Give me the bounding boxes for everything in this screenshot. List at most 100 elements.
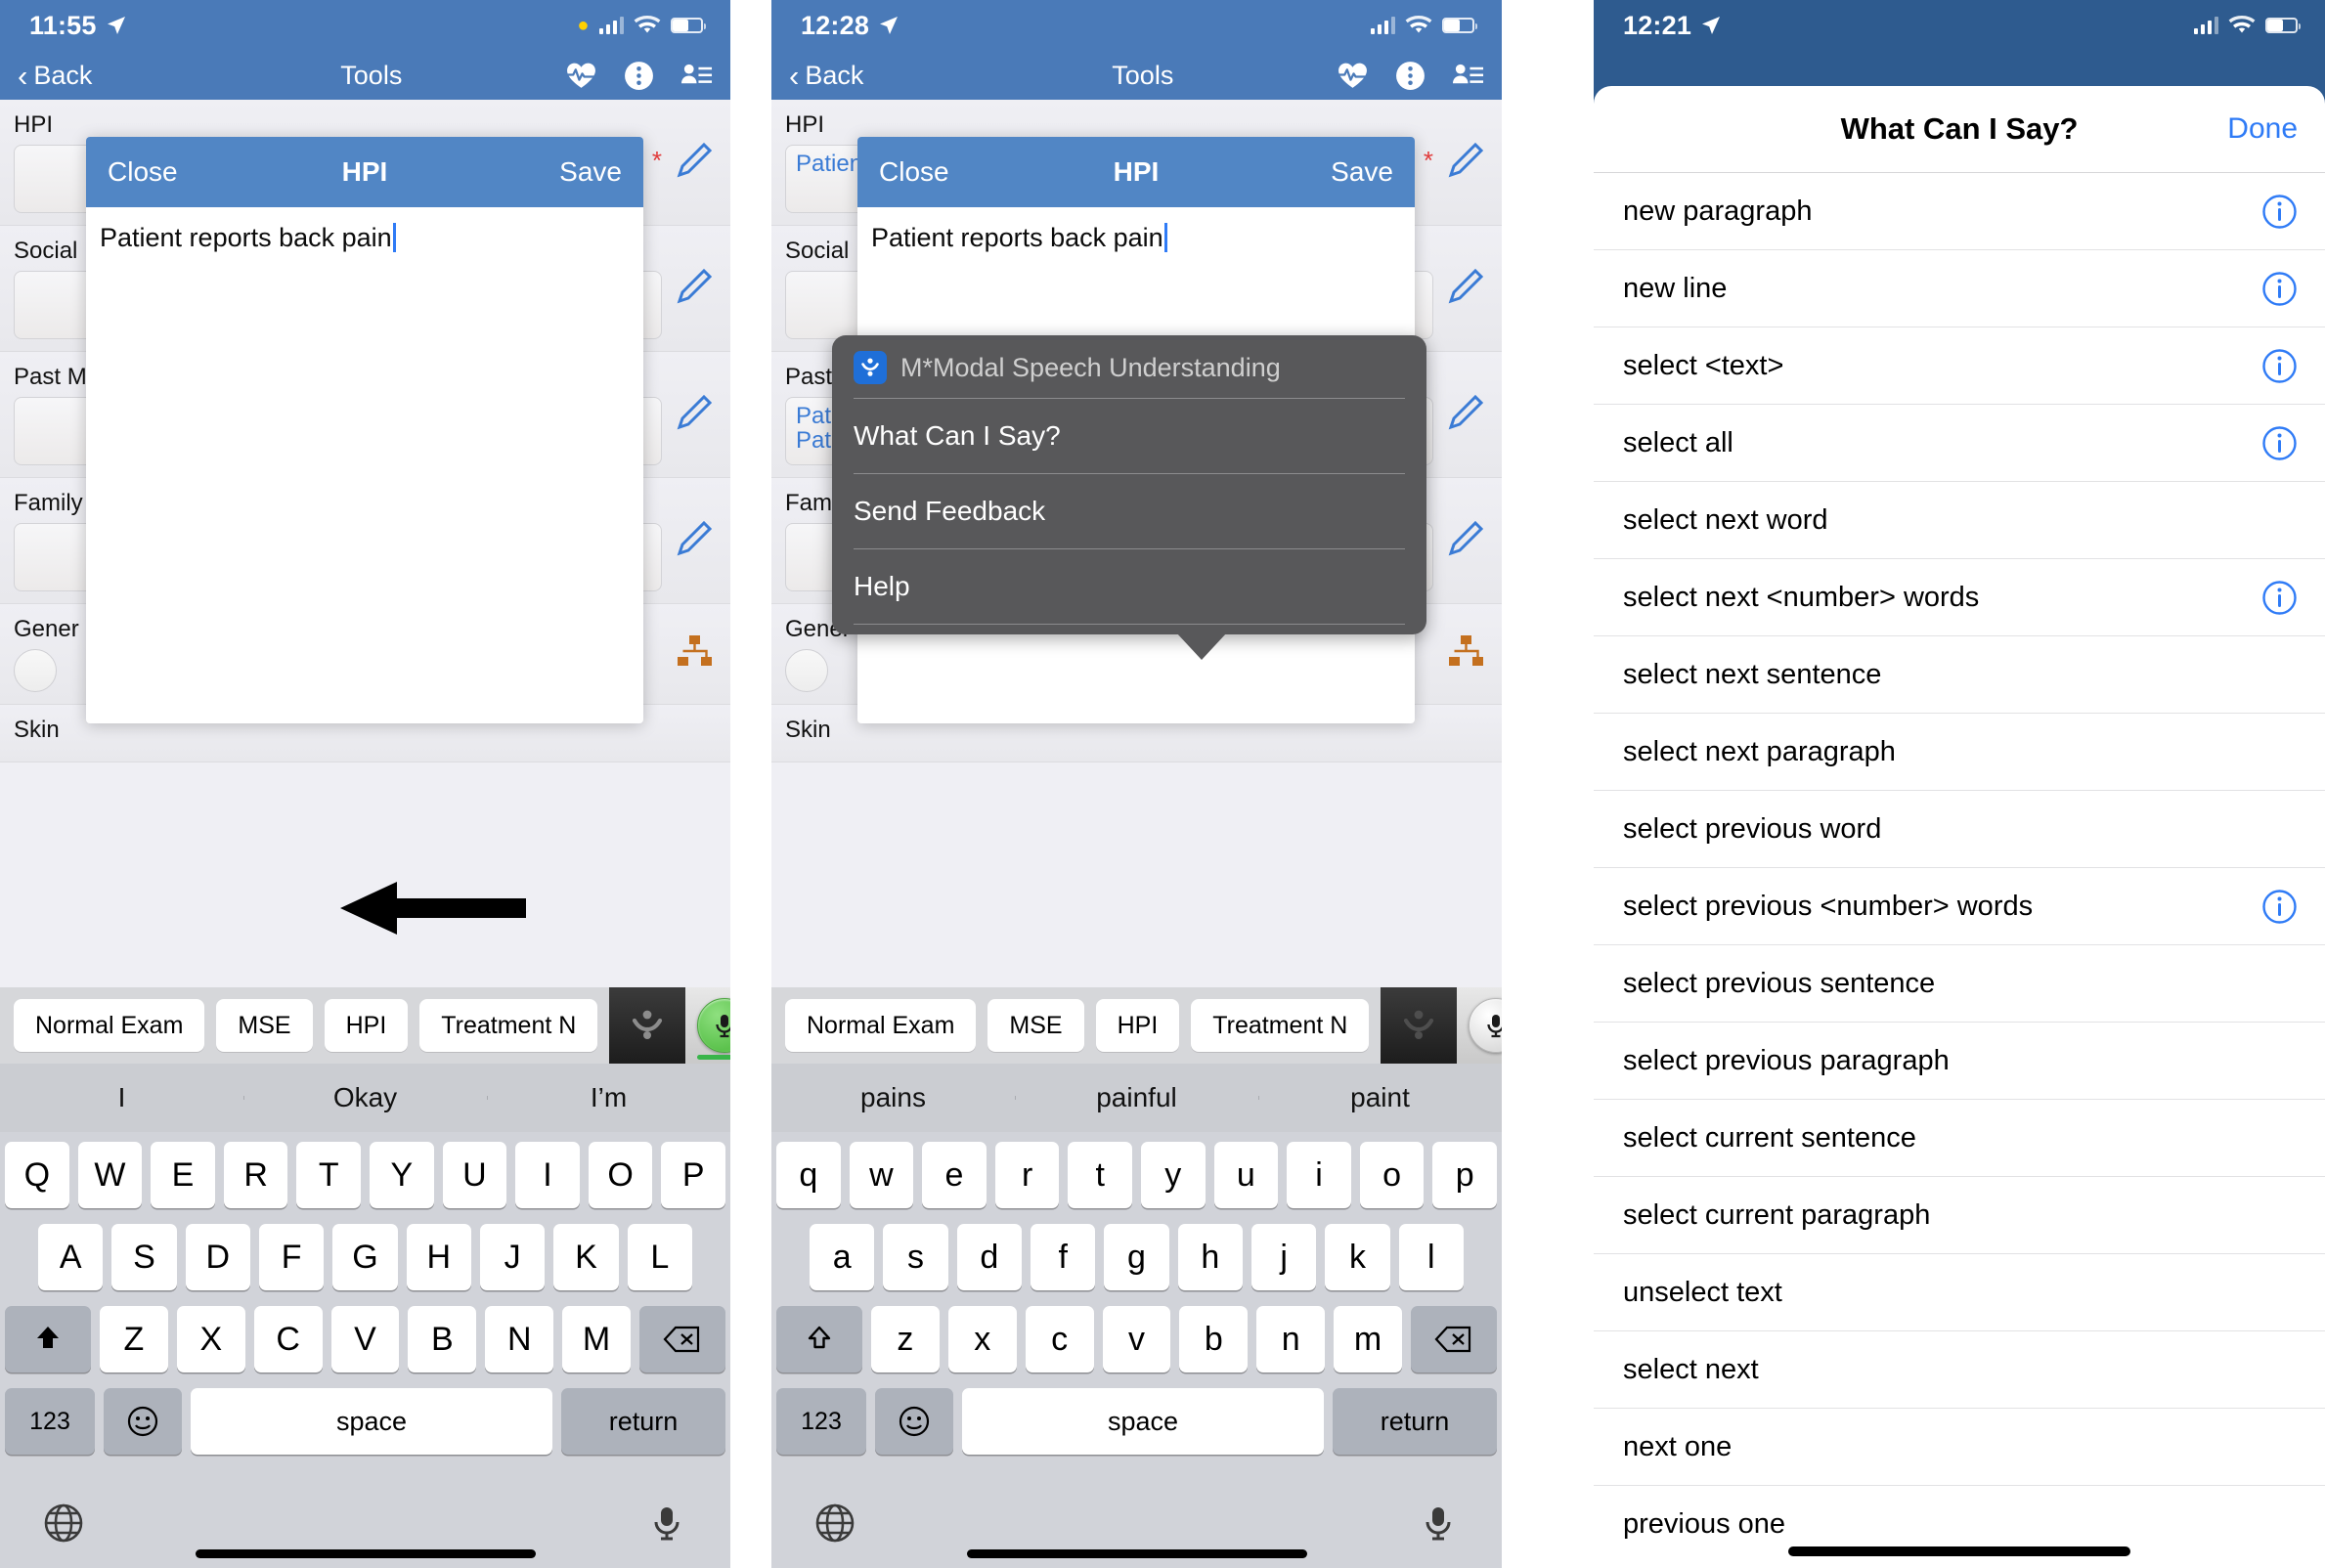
back-button[interactable]: ‹ Back bbox=[18, 61, 92, 91]
emoji-key[interactable] bbox=[875, 1388, 953, 1455]
heartbeat-icon[interactable] bbox=[1337, 60, 1369, 92]
key-o[interactable]: O bbox=[588, 1142, 653, 1208]
key-a[interactable]: a bbox=[810, 1224, 875, 1290]
key-s[interactable]: S bbox=[111, 1224, 177, 1290]
edit-pencil-icon[interactable] bbox=[672, 138, 717, 183]
list-item[interactable]: new line bbox=[1594, 250, 2325, 327]
mmodal-menu-button[interactable] bbox=[1381, 987, 1458, 1064]
key-i[interactable]: I bbox=[515, 1142, 580, 1208]
key-v[interactable]: v bbox=[1102, 1306, 1171, 1372]
popover-item-send-feedback[interactable]: Send Feedback bbox=[832, 474, 1426, 548]
org-chart-icon[interactable] bbox=[672, 630, 717, 675]
key-j[interactable]: J bbox=[479, 1224, 546, 1290]
list-item[interactable]: select next paragraph bbox=[1594, 714, 2325, 791]
back-button[interactable]: ‹ Back bbox=[789, 61, 863, 91]
hpi-close-button[interactable]: Close bbox=[879, 156, 949, 188]
edit-pencil-icon[interactable] bbox=[1443, 516, 1488, 561]
dictation-microphone-icon[interactable] bbox=[1417, 1502, 1460, 1545]
key-o[interactable]: o bbox=[1359, 1142, 1425, 1208]
shift-key[interactable] bbox=[776, 1306, 862, 1372]
key-r[interactable]: R bbox=[223, 1142, 288, 1208]
edit-pencil-icon[interactable] bbox=[672, 390, 717, 435]
key-l[interactable]: L bbox=[627, 1224, 692, 1290]
more-options-icon[interactable] bbox=[623, 60, 655, 92]
chip-mse[interactable]: MSE bbox=[987, 999, 1084, 1052]
backspace-key[interactable] bbox=[639, 1306, 726, 1372]
list-item[interactable]: unselect text bbox=[1594, 1254, 2325, 1331]
key-c[interactable]: c bbox=[1025, 1306, 1094, 1372]
key-q[interactable]: q bbox=[776, 1142, 841, 1208]
list-item[interactable]: select previous paragraph bbox=[1594, 1023, 2325, 1100]
list-item[interactable]: select <text> bbox=[1594, 327, 2325, 405]
heartbeat-icon[interactable] bbox=[565, 60, 597, 92]
dictation-mic-button[interactable] bbox=[685, 987, 730, 1064]
key-b[interactable]: b bbox=[1179, 1306, 1249, 1372]
key-h[interactable]: H bbox=[406, 1224, 471, 1290]
backspace-key[interactable] bbox=[1411, 1306, 1498, 1372]
list-item[interactable]: select previous sentence bbox=[1594, 945, 2325, 1023]
mmodal-menu-button[interactable] bbox=[609, 987, 686, 1064]
return-key[interactable]: return bbox=[1333, 1388, 1497, 1455]
hpi-close-button[interactable]: Close bbox=[108, 156, 178, 188]
key-z[interactable]: z bbox=[871, 1306, 940, 1372]
key-w[interactable]: w bbox=[849, 1142, 914, 1208]
form-radio-circle[interactable] bbox=[785, 649, 828, 692]
list-item[interactable]: select all bbox=[1594, 405, 2325, 482]
numbers-key[interactable]: 123 bbox=[5, 1388, 95, 1455]
key-d[interactable]: d bbox=[956, 1224, 1022, 1290]
edit-pencil-icon[interactable] bbox=[672, 516, 717, 561]
key-x[interactable]: X bbox=[176, 1306, 245, 1372]
key-a[interactable]: A bbox=[38, 1224, 104, 1290]
key-h[interactable]: h bbox=[1177, 1224, 1243, 1290]
key-p[interactable]: P bbox=[661, 1142, 725, 1208]
list-item[interactable]: select next bbox=[1594, 1331, 2325, 1409]
key-m[interactable]: m bbox=[1334, 1306, 1403, 1372]
key-g[interactable]: g bbox=[1104, 1224, 1169, 1290]
key-f[interactable]: f bbox=[1031, 1224, 1096, 1290]
key-t[interactable]: t bbox=[1068, 1142, 1132, 1208]
key-x[interactable]: x bbox=[947, 1306, 1017, 1372]
emoji-key[interactable] bbox=[104, 1388, 182, 1455]
prediction-3[interactable]: I’m bbox=[487, 1082, 730, 1113]
key-e[interactable]: e bbox=[922, 1142, 987, 1208]
hpi-text-area[interactable]: Patient reports back pain bbox=[86, 207, 643, 269]
key-b[interactable]: B bbox=[408, 1306, 477, 1372]
space-key[interactable]: space bbox=[191, 1388, 552, 1455]
info-icon[interactable] bbox=[2261, 580, 2298, 616]
more-options-icon[interactable] bbox=[1394, 60, 1426, 92]
list-item[interactable]: new paragraph bbox=[1594, 173, 2325, 250]
key-k[interactable]: k bbox=[1325, 1224, 1390, 1290]
chip-hpi[interactable]: HPI bbox=[324, 999, 409, 1052]
list-item[interactable]: select next sentence bbox=[1594, 636, 2325, 714]
list-item[interactable]: select next <number> words bbox=[1594, 559, 2325, 636]
edit-pencil-icon[interactable] bbox=[1443, 138, 1488, 183]
chip-treatment[interactable]: Treatment N bbox=[1191, 999, 1370, 1052]
contacts-icon[interactable] bbox=[1452, 60, 1484, 92]
form-radio-circle[interactable] bbox=[14, 649, 57, 692]
key-n[interactable]: N bbox=[485, 1306, 554, 1372]
key-l[interactable]: l bbox=[1398, 1224, 1464, 1290]
prediction-3[interactable]: paint bbox=[1258, 1082, 1502, 1113]
info-icon[interactable] bbox=[2261, 889, 2298, 925]
edit-pencil-icon[interactable] bbox=[672, 264, 717, 309]
key-y[interactable]: Y bbox=[370, 1142, 434, 1208]
prediction-1[interactable]: pains bbox=[771, 1082, 1015, 1113]
prediction-1[interactable]: I bbox=[0, 1082, 243, 1113]
list-item[interactable]: select next word bbox=[1594, 482, 2325, 559]
key-t[interactable]: T bbox=[296, 1142, 361, 1208]
key-w[interactable]: W bbox=[77, 1142, 143, 1208]
key-j[interactable]: j bbox=[1250, 1224, 1317, 1290]
key-p[interactable]: p bbox=[1432, 1142, 1497, 1208]
popover-item-help[interactable]: Help bbox=[832, 549, 1426, 624]
globe-icon[interactable] bbox=[813, 1502, 856, 1545]
key-y[interactable]: y bbox=[1141, 1142, 1206, 1208]
chip-mse[interactable]: MSE bbox=[216, 999, 313, 1052]
key-u[interactable]: u bbox=[1213, 1142, 1279, 1208]
key-z[interactable]: Z bbox=[100, 1306, 168, 1372]
key-s[interactable]: s bbox=[883, 1224, 948, 1290]
chip-treatment[interactable]: Treatment N bbox=[419, 999, 598, 1052]
hpi-text-area[interactable]: Patient reports back pain bbox=[857, 207, 1415, 269]
list-item[interactable]: select current sentence bbox=[1594, 1100, 2325, 1177]
info-icon[interactable] bbox=[2261, 425, 2298, 461]
dictation-microphone-icon[interactable] bbox=[645, 1502, 688, 1545]
